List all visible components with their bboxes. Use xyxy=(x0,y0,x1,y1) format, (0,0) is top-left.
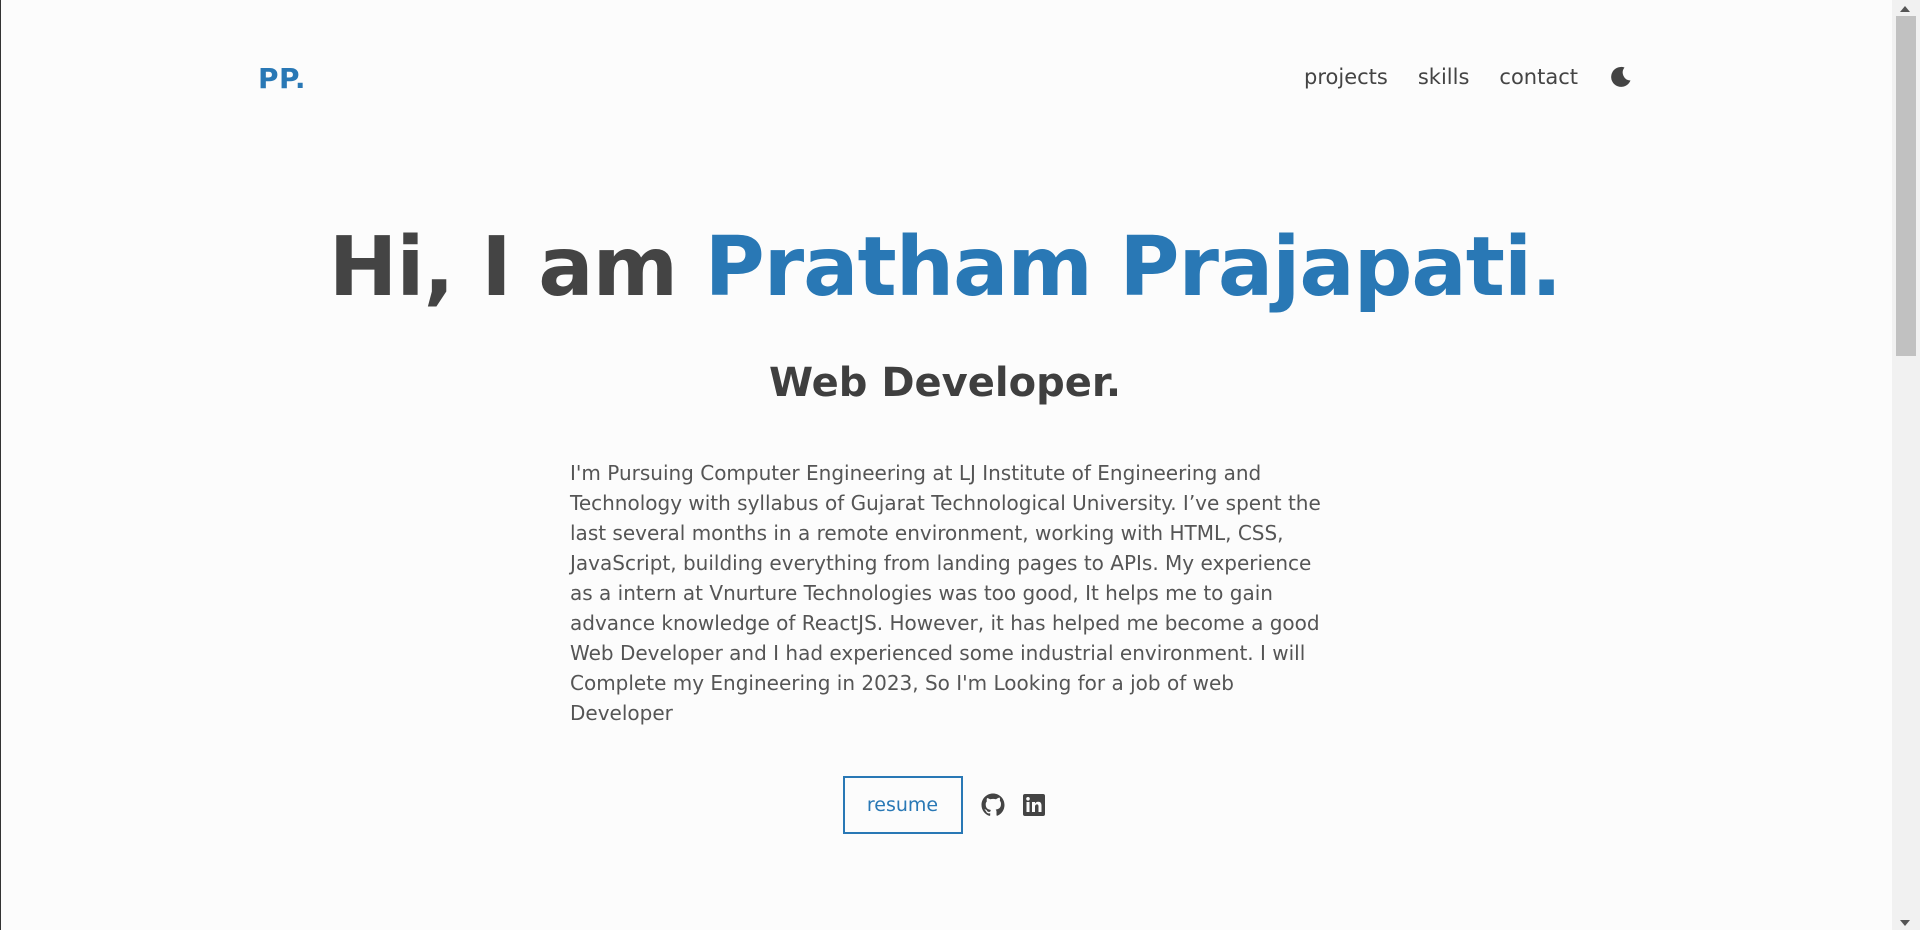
hero-greeting: Hi, I am xyxy=(328,220,705,315)
scroll-down-arrow-icon[interactable] xyxy=(1900,920,1910,926)
site-logo[interactable]: PP. xyxy=(258,62,306,95)
moon-icon xyxy=(1611,66,1631,87)
linkedin-icon xyxy=(1022,794,1045,816)
hero-name: Pratham Prajapati. xyxy=(704,220,1563,315)
hero-heading: Hi, I am Pratham Prajapati. xyxy=(0,220,1890,316)
site-header: PP. projects skills contact xyxy=(258,58,1634,98)
github-link[interactable] xyxy=(981,792,1007,818)
role-title: Web Developer. xyxy=(768,360,1122,406)
hero-actions: resume xyxy=(0,776,1890,834)
theme-toggle-button[interactable] xyxy=(1608,64,1634,90)
github-icon xyxy=(981,793,1005,816)
vertical-scrollbar[interactable] xyxy=(1892,0,1920,930)
about-paragraph: I'm Pursuing Computer Engineering at LJ … xyxy=(570,461,1321,725)
resume-button[interactable]: resume xyxy=(842,776,963,834)
nav-link-contact[interactable]: contact xyxy=(1499,65,1578,89)
scroll-up-arrow-icon[interactable] xyxy=(1900,6,1910,12)
linkedin-link[interactable] xyxy=(1022,792,1048,818)
nav-link-projects[interactable]: projects xyxy=(1304,65,1388,89)
scrollbar-thumb[interactable] xyxy=(1896,16,1916,356)
nav-link-skills[interactable]: skills xyxy=(1418,65,1470,89)
main-nav: projects skills contact xyxy=(1274,64,1634,90)
